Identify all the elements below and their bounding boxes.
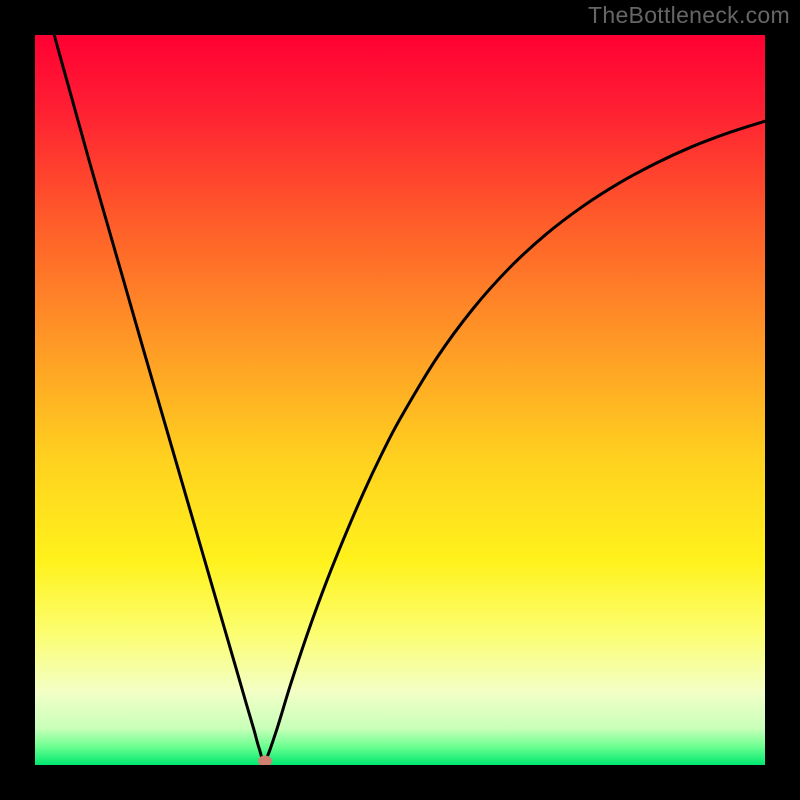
minimum-marker xyxy=(258,755,272,765)
chart-container: TheBottleneck.com xyxy=(0,0,800,800)
watermark-text: TheBottleneck.com xyxy=(588,2,790,29)
bottleneck-curve xyxy=(35,35,765,765)
plot-area xyxy=(35,35,765,765)
